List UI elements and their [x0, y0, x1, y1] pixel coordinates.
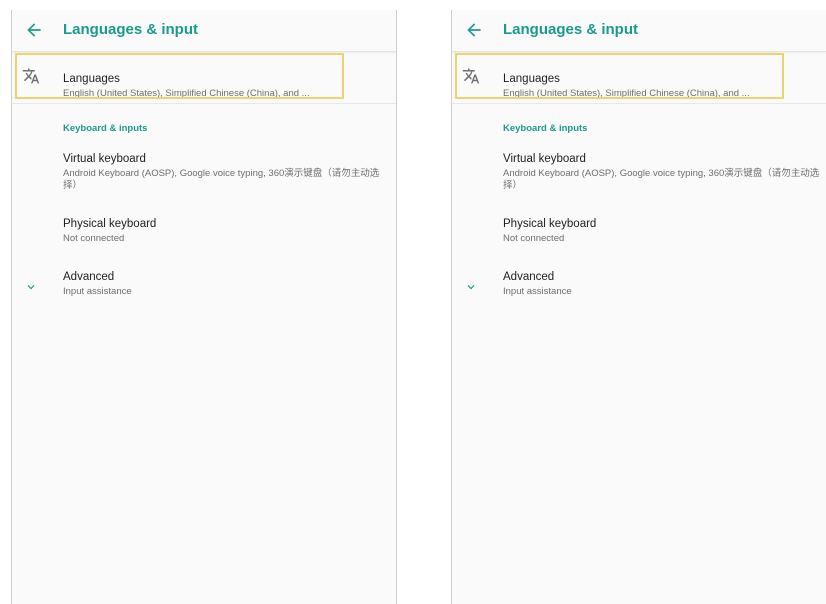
virtual-keyboard-summary: Android Keyboard (AOSP), Google voice ty… [503, 168, 820, 191]
app-bar: Languages & input [12, 10, 396, 52]
advanced-label: Advanced [63, 271, 115, 283]
physical-keyboard-summary: Not connected [63, 233, 125, 244]
virtual-keyboard-item[interactable]: Virtual keyboard Android Keyboard (AOSP)… [12, 150, 396, 200]
translate-icon [22, 67, 40, 85]
divider [452, 103, 826, 104]
virtual-keyboard-label: Virtual keyboard [63, 153, 146, 165]
languages-summary: English (United States), Simplified Chin… [503, 88, 750, 99]
page-title: Languages & input [63, 21, 198, 38]
physical-keyboard-item[interactable]: Physical keyboard Not connected [452, 215, 826, 251]
advanced-item[interactable]: Advanced Input assistance [12, 268, 396, 304]
arrow-back-icon[interactable] [464, 20, 484, 40]
section-header-keyboard-inputs: Keyboard & inputs [63, 123, 148, 134]
app-bar: Languages & input [452, 10, 826, 52]
settings-screen-right: Languages & input Languages English (Uni… [451, 10, 826, 604]
advanced-label: Advanced [503, 271, 555, 283]
chevron-down-icon[interactable] [24, 280, 38, 294]
arrow-back-icon[interactable] [24, 20, 44, 40]
virtual-keyboard-item[interactable]: Virtual keyboard Android Keyboard (AOSP)… [452, 150, 826, 200]
languages-item[interactable]: Languages English (United States), Simpl… [12, 53, 396, 99]
physical-keyboard-summary: Not connected [503, 233, 565, 244]
stage: Languages & input Languages English (Uni… [0, 0, 826, 604]
virtual-keyboard-label: Virtual keyboard [503, 153, 586, 165]
advanced-item[interactable]: Advanced Input assistance [452, 268, 826, 304]
section-header-keyboard-inputs: Keyboard & inputs [503, 123, 588, 134]
physical-keyboard-item[interactable]: Physical keyboard Not connected [12, 215, 396, 251]
page-title: Languages & input [503, 21, 638, 38]
languages-label: Languages [63, 73, 120, 85]
languages-summary: English (United States), Simplified Chin… [63, 88, 310, 99]
advanced-summary: Input assistance [503, 286, 572, 297]
physical-keyboard-label: Physical keyboard [63, 218, 157, 230]
physical-keyboard-label: Physical keyboard [503, 218, 597, 230]
settings-screen-left: Languages & input Languages English (Uni… [11, 10, 397, 604]
chevron-down-icon[interactable] [464, 280, 478, 294]
advanced-summary: Input assistance [63, 286, 132, 297]
translate-icon [462, 67, 480, 85]
languages-item[interactable]: Languages English (United States), Simpl… [452, 53, 826, 99]
virtual-keyboard-summary: Android Keyboard (AOSP), Google voice ty… [63, 168, 380, 191]
languages-label: Languages [503, 73, 560, 85]
divider [12, 103, 396, 104]
